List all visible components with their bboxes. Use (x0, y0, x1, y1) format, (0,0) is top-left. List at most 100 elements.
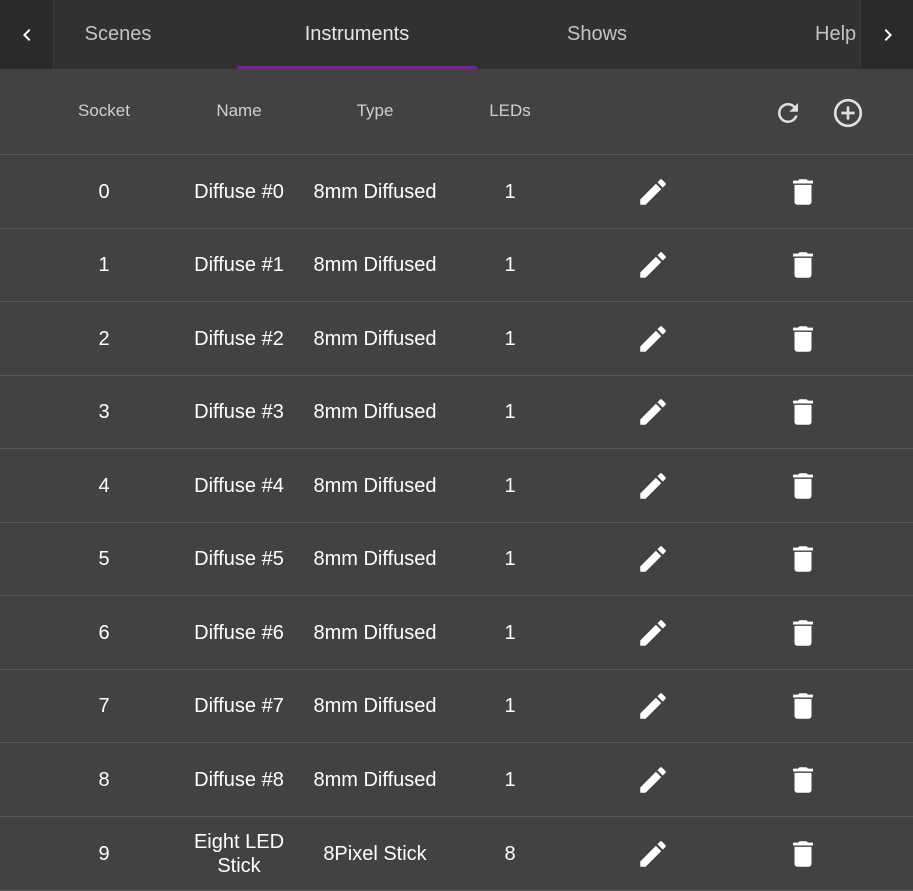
leds-cell: 1 (504, 327, 516, 350)
tab-instruments-label: Instruments (304, 23, 410, 45)
header-socket[interactable]: Socket (44, 69, 164, 155)
edit-button[interactable] (629, 817, 677, 890)
header-leds[interactable]: LEDs (450, 69, 570, 155)
tab-help[interactable]: Help (790, 0, 860, 69)
delete-button[interactable] (779, 743, 827, 816)
edit-button[interactable] (629, 449, 677, 522)
header-type[interactable]: Type (304, 69, 446, 155)
type-cell: 8mm Diffused (313, 621, 437, 644)
type-cell: 8mm Diffused (313, 548, 437, 570)
tab-shows[interactable]: Shows (477, 0, 717, 69)
trash-icon (793, 546, 813, 572)
socket-cell: 5 (98, 548, 110, 570)
delete-button[interactable] (779, 670, 827, 742)
name-cell: Diffuse #7 (194, 695, 284, 717)
pencil-icon (640, 472, 666, 499)
trash-icon (793, 178, 813, 205)
table-row: 0 Diffuse #0 8mm Diffused 1 (0, 155, 913, 229)
refresh-button[interactable] (771, 96, 805, 130)
name-cell: Diffuse #6 (194, 621, 284, 644)
table-row: 4 Diffuse #4 8mm Diffused 1 (0, 449, 913, 523)
delete-button[interactable] (779, 523, 827, 595)
pencil-icon (640, 766, 666, 793)
chevron-right-icon (884, 28, 892, 41)
trash-icon (793, 766, 813, 793)
delete-button[interactable] (779, 596, 827, 669)
pencil-icon (640, 546, 666, 572)
socket-cell: 9 (98, 842, 110, 865)
delete-button[interactable] (779, 229, 827, 301)
type-cell: 8mm Diffused (313, 474, 437, 497)
edit-button[interactable] (629, 229, 677, 301)
delete-button[interactable] (779, 302, 827, 375)
socket-cell: 3 (98, 401, 110, 423)
pencil-icon (640, 840, 666, 867)
header-name[interactable]: Name (184, 69, 294, 155)
trash-icon (793, 840, 813, 867)
trash-icon (793, 252, 813, 278)
table-row: 9 Eight LED Stick 8Pixel Stick 8 (0, 817, 913, 891)
socket-cell: 2 (98, 327, 110, 350)
edit-button[interactable] (629, 302, 677, 375)
socket-cell: 0 (98, 180, 110, 203)
add-circle-icon (833, 98, 863, 128)
trash-icon (793, 693, 813, 719)
socket-cell: 6 (98, 621, 110, 644)
type-cell: 8mm Diffused (313, 695, 437, 717)
type-cell: 8Pixel Stick (323, 842, 427, 865)
leds-cell: 1 (504, 768, 516, 791)
name-cell: Diffuse #0 (194, 180, 284, 203)
type-cell: 8mm Diffused (313, 180, 437, 203)
tab-shows-label: Shows (566, 23, 628, 45)
edit-button[interactable] (629, 523, 677, 595)
leds-cell: 1 (504, 401, 516, 423)
socket-cell: 7 (98, 695, 110, 717)
edit-button[interactable] (629, 376, 677, 448)
edit-button[interactable] (629, 155, 677, 228)
edit-button[interactable] (629, 670, 677, 742)
delete-button[interactable] (779, 817, 827, 890)
leds-cell: 1 (504, 548, 516, 570)
tab-scenes[interactable]: Scenes (55, 0, 181, 69)
table-row: 1 Diffuse #1 8mm Diffused 1 (0, 229, 913, 302)
socket-cell: 4 (98, 474, 110, 497)
type-cell: 8mm Diffused (313, 327, 437, 350)
type-cell: 8mm Diffused (313, 254, 437, 276)
socket-cell: 8 (98, 768, 110, 791)
table-header: Socket Name Type LEDs (0, 69, 913, 155)
tab-instruments[interactable]: Instruments (237, 0, 477, 69)
name-cell: Diffuse #4 (194, 474, 284, 497)
delete-button[interactable] (779, 449, 827, 522)
tabs-prev-button[interactable] (0, 0, 54, 69)
table-row: 8 Diffuse #8 8mm Diffused 1 (0, 743, 913, 817)
table-row: 5 Diffuse #5 8mm Diffused 1 (0, 523, 913, 596)
tab-scenes-label: Scenes (84, 23, 152, 45)
trash-icon (793, 472, 813, 499)
chevron-left-icon (22, 28, 30, 41)
name-cell: Diffuse #2 (194, 327, 284, 350)
delete-button[interactable] (779, 155, 827, 228)
name-cell: Diffuse #1 (194, 254, 284, 276)
name-cell: Eight LED Stick (193, 830, 285, 877)
leds-cell: 1 (504, 695, 516, 717)
socket-cell: 1 (98, 254, 110, 276)
pencil-icon (640, 399, 666, 425)
leds-cell: 1 (504, 180, 516, 203)
table-row: 7 Diffuse #7 8mm Diffused 1 (0, 670, 913, 743)
tabs-next-button[interactable] (860, 0, 913, 69)
table-row: 6 Diffuse #6 8mm Diffused 1 (0, 596, 913, 670)
trash-icon (793, 619, 813, 646)
edit-button[interactable] (629, 743, 677, 816)
name-cell: Diffuse #5 (194, 548, 284, 570)
pencil-icon (640, 693, 666, 719)
add-instrument-button[interactable] (831, 96, 865, 130)
pencil-icon (640, 619, 666, 646)
name-cell: Diffuse #8 (194, 768, 284, 791)
leds-cell: 1 (504, 621, 516, 644)
delete-button[interactable] (779, 376, 827, 448)
tab-bar: Scenes Instruments Shows Help (0, 0, 913, 69)
tabs-scroller: Scenes Instruments Shows Help (55, 0, 860, 69)
pencil-icon (640, 252, 666, 278)
type-cell: 8mm Diffused (313, 401, 437, 423)
edit-button[interactable] (629, 596, 677, 669)
